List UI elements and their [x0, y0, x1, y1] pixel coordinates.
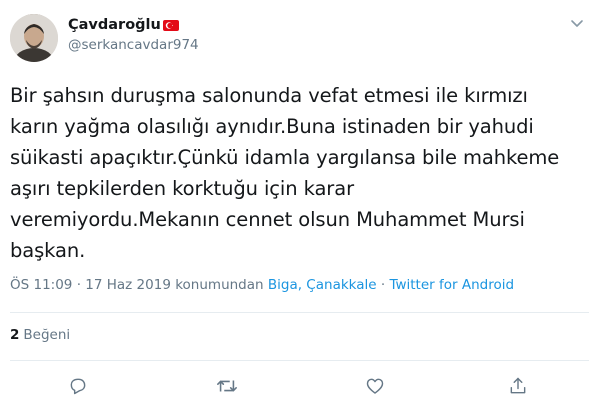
reply-icon	[70, 378, 86, 395]
author-display-name[interactable]: Çavdaroğlu	[68, 17, 161, 33]
likes-count: 2	[10, 327, 20, 343]
chevron-down-icon[interactable]	[568, 16, 586, 30]
retweet-button[interactable]	[215, 374, 239, 398]
likes-label: Beğeni	[23, 327, 71, 343]
tweet-date[interactable]: 17 Haz 2019	[85, 277, 171, 293]
author-avatar[interactable]	[10, 14, 58, 62]
tweet-text: Bir şahsın duruşma salonunda vefat etmes…	[10, 84, 560, 262]
tweet-meta: ÖS 11:09 · 17 Haz 2019 konumundan Biga, …	[10, 277, 514, 293]
divider	[10, 360, 589, 361]
meta-separator: ·	[376, 277, 390, 293]
tweet-location-link[interactable]: Biga, Çanakkale	[268, 277, 377, 293]
tweet-actions	[0, 370, 599, 400]
divider	[10, 312, 589, 313]
like-button[interactable]	[363, 374, 387, 398]
share-icon	[510, 377, 526, 394]
author-handle[interactable]: @serkancavdar974	[68, 37, 199, 53]
retweet-icon	[217, 380, 237, 392]
meta-separator: ·	[72, 277, 86, 293]
tweet-card: Çavdaroğlu @serkancavdar974 Bir şahsın d…	[0, 0, 599, 420]
turkey-flag-icon	[162, 20, 179, 31]
location-prefix: konumundan	[170, 277, 268, 293]
author-name-row[interactable]: Çavdaroğlu	[68, 15, 179, 35]
heart-icon	[366, 378, 384, 394]
user-avatar-icon	[10, 14, 58, 62]
tweet-source-link[interactable]: Twitter for Android	[389, 277, 514, 293]
reply-button[interactable]	[66, 374, 90, 398]
likes-stat[interactable]: 2 Beğeni	[10, 327, 70, 343]
tweet-time[interactable]: ÖS 11:09	[10, 277, 72, 293]
share-button[interactable]	[506, 374, 530, 398]
